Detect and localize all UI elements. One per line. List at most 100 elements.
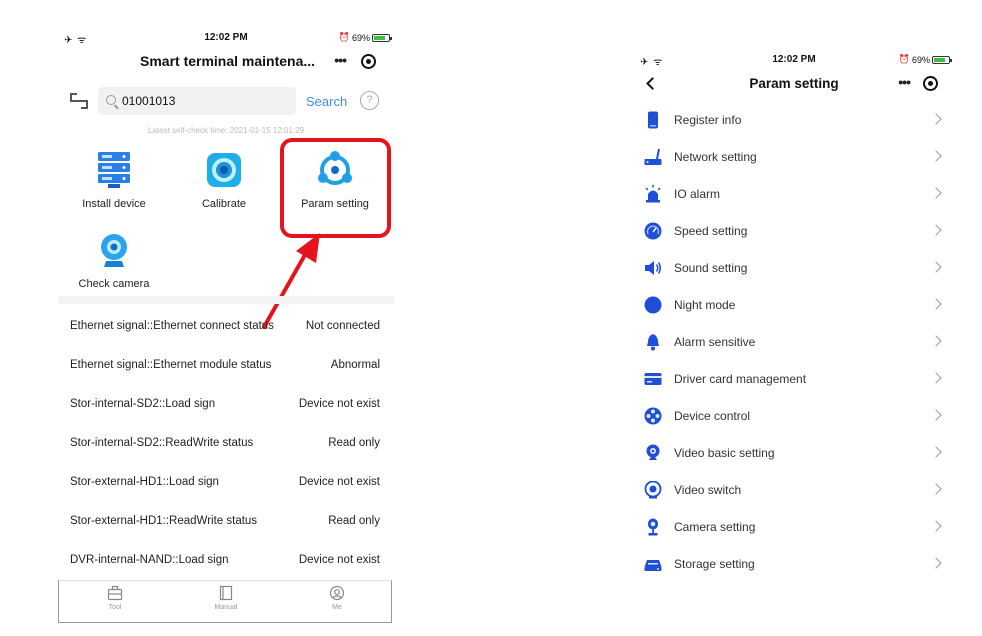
tab-label: Me [332,604,342,611]
book-icon [218,585,234,601]
tab-bar: Tool Manual Me [58,580,392,623]
chevron-right-icon [930,150,942,162]
battery-icon [372,33,392,42]
status-value: Device not exist [298,554,380,566]
status-right: ⏰ 69% [898,54,952,65]
chevron-right-icon [930,224,942,236]
video-switch-icon [644,480,662,499]
scan-icon[interactable] [70,93,88,109]
menu-label: Night mode [674,298,736,312]
status-row: Ethernet signal::Ethernet connect status… [70,308,380,347]
status-key: Stor-internal-SD2::ReadWrite status [70,437,254,449]
close-miniprogram-icon[interactable] [361,54,376,69]
grid-install-device[interactable]: Install device [64,150,164,210]
status-value: Abnormal [330,359,380,371]
server-icon [94,150,134,190]
battery-percent: 69% [911,54,930,65]
more-menu-button[interactable]: ••• [334,52,347,68]
chevron-right-icon [930,446,942,458]
menu-label: Speed setting [674,224,748,238]
camera-icon [94,230,134,270]
menu-item-io-alarm[interactable]: IO alarm [634,176,954,213]
menu-item-speed-setting[interactable]: Speed setting [634,213,954,250]
menu-item-device-control[interactable]: Device control [634,398,954,435]
status-value: Read only [328,515,380,527]
menu-label: Driver card management [674,372,807,386]
speedometer-icon [644,222,662,240]
menu-label: Register info [674,113,742,127]
menu-item-sound-setting[interactable]: Sound setting [634,250,954,287]
grid-calibrate[interactable]: Calibrate [174,150,274,210]
storage-icon [644,555,662,573]
phone-icon [644,111,662,129]
chevron-right-icon [930,261,942,273]
chevron-right-icon [930,187,942,199]
status-value: Not connected [305,320,380,332]
grid-label: Calibrate [201,198,247,210]
menu-label: Sound setting [674,261,748,275]
moon-icon [644,296,662,314]
search-row: 01001013 Search ? [68,87,394,115]
menu-label: Storage setting [674,557,755,571]
status-key: Ethernet signal::Ethernet module status [70,359,272,371]
alarm-icon: ⏰ [898,54,910,64]
self-check-time: Latest self-check time: 2021-01-15 12:01… [147,126,305,135]
menu-label: Camera setting [674,520,756,534]
bell-icon [644,333,662,351]
help-icon[interactable]: ? [360,91,379,110]
alarm-icon: ⏰ [338,32,350,42]
status-value: Device not exist [298,476,380,488]
status-bar: ✈ ᯤ 12:02 PM ⏰ 69% [634,52,954,68]
menu-item-driver-card-management[interactable]: Driver card management [634,361,954,398]
tab-me[interactable]: Me [297,585,377,611]
camera-icon [644,518,662,536]
menu-label: Network setting [674,150,757,164]
menu-item-register-info[interactable]: Register info [634,102,954,139]
close-miniprogram-icon[interactable] [923,76,938,91]
webcam-icon [644,444,662,462]
chevron-right-icon [930,483,942,495]
menu-item-storage-setting[interactable]: Storage setting [634,546,954,583]
chevron-right-icon [930,298,942,310]
nav-bar: Param setting ••• [634,72,954,96]
chevron-right-icon [930,520,942,532]
battery-percent: 69% [351,32,370,43]
menu-label: Alarm sensitive [674,335,756,349]
status-row: Stor-internal-SD2::ReadWrite status Read… [70,425,380,464]
tab-manual[interactable]: Manual [186,585,266,611]
status-row: Stor-external-HD1::ReadWrite status Read… [70,503,380,542]
grid-label: Install device [82,198,146,210]
search-button[interactable]: Search [306,94,347,109]
menu-item-video-switch[interactable]: Video switch [634,472,954,509]
status-row: Stor-internal-SD2::Load sign Device not … [70,386,380,425]
highlight-box [280,138,391,238]
status-key: Ethernet signal::Ethernet connect status [70,320,274,332]
status-row: Stor-external-HD1::Load sign Device not … [70,464,380,503]
chevron-right-icon [930,372,942,384]
router-icon [644,148,662,166]
menu-item-night-mode[interactable]: Night mode [634,287,954,324]
tab-label: Manual [214,604,238,611]
status-key: Stor-external-HD1::Load sign [70,476,219,488]
grid-check-camera[interactable]: Check camera [64,230,164,290]
status-value: Device not exist [298,398,380,410]
menu-item-network-setting[interactable]: Network setting [634,139,954,176]
chevron-right-icon [930,113,942,125]
card-icon [644,370,662,388]
menu-item-camera-setting[interactable]: Camera setting [634,509,954,546]
grid-label: Check camera [78,278,150,290]
menu-item-alarm-sensitive[interactable]: Alarm sensitive [634,324,954,361]
search-input[interactable]: 01001013 [98,87,296,115]
status-key: DVR-internal-NAND::Load sign [70,554,229,566]
speaker-icon [644,259,662,277]
status-bar: ✈ ᯤ 12:02 PM ⏰ 69% [58,30,394,46]
status-row: Ethernet signal::Ethernet module status … [70,347,380,386]
chevron-right-icon [930,557,942,569]
tab-tool[interactable]: Tool [75,585,155,611]
more-menu-button[interactable]: ••• [898,74,911,90]
chevron-right-icon [930,409,942,421]
chevron-right-icon [930,335,942,347]
nav-bar: Smart terminal maintena... ••• [58,50,394,74]
left-phone-screen: ✈ ᯤ 12:02 PM ⏰ 69% Smart terminal mainte… [58,26,394,626]
menu-item-video-basic-setting[interactable]: Video basic setting [634,435,954,472]
